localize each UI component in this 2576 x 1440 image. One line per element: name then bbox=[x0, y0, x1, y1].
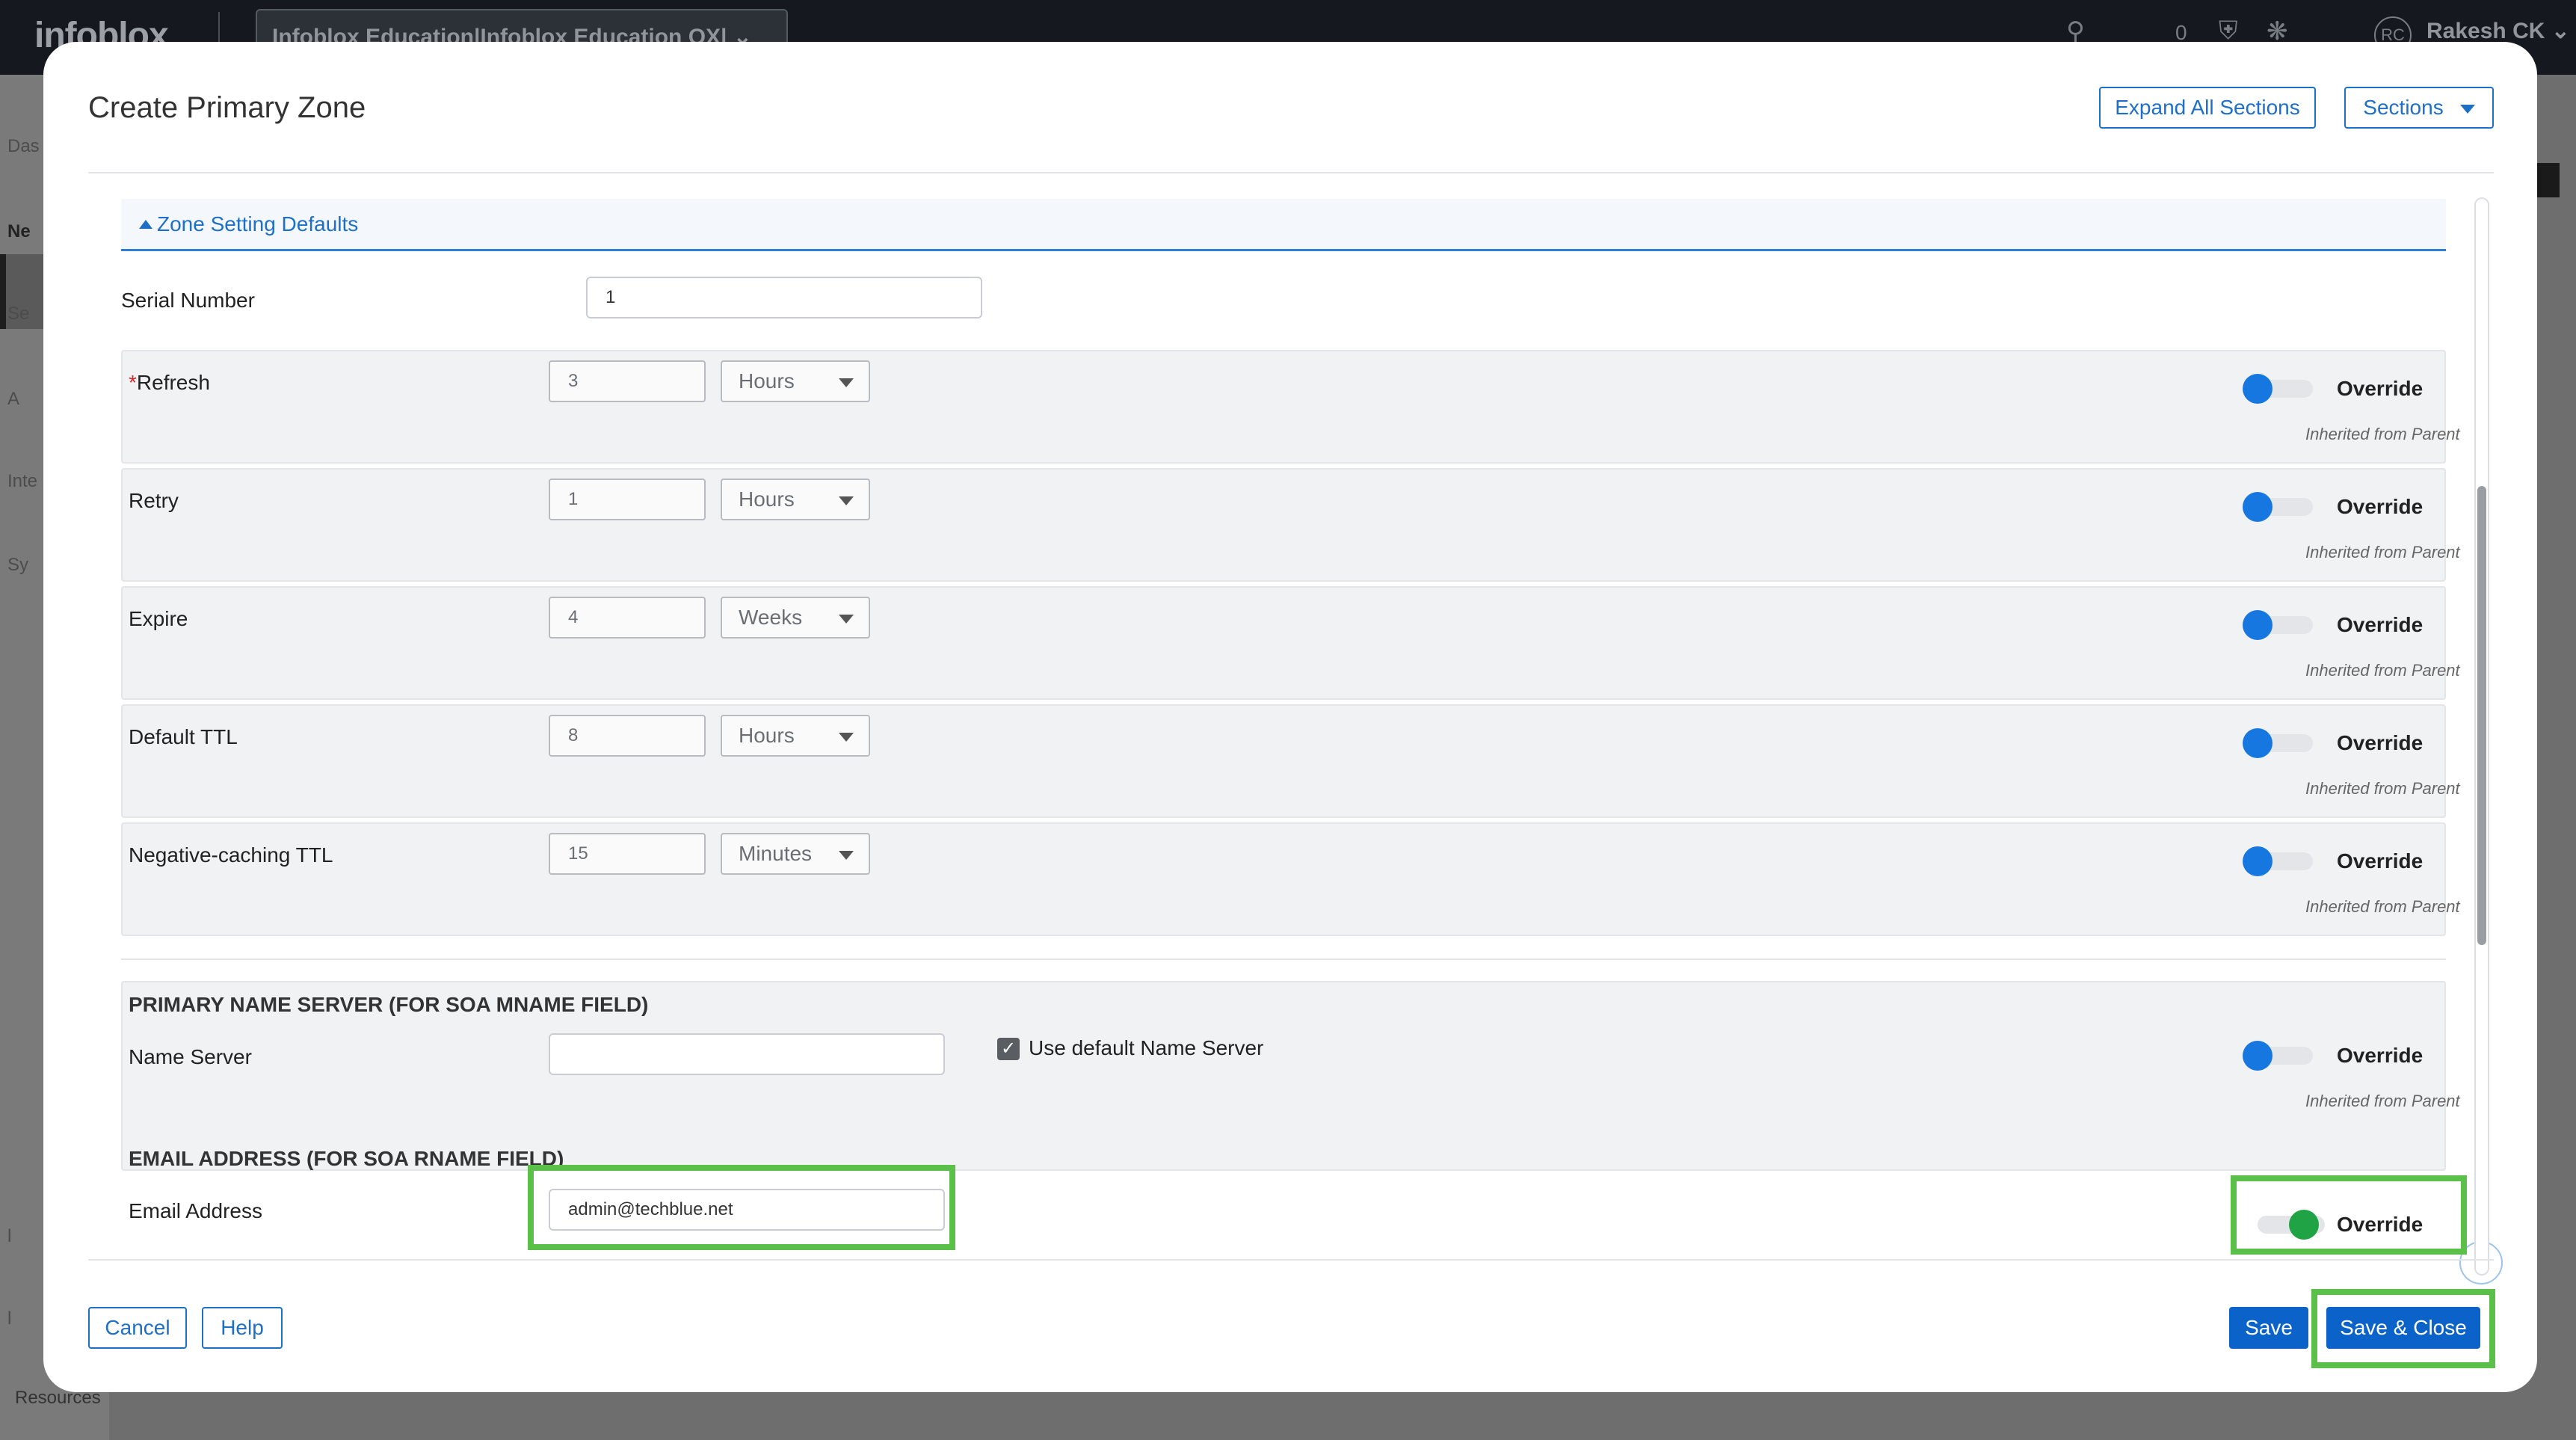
default-ttl-value-input[interactable]: 8 bbox=[549, 715, 706, 757]
refresh-value-input[interactable]: 3 bbox=[549, 360, 706, 402]
refresh-override-label: Override bbox=[2337, 377, 2424, 400]
expire-unit-select[interactable]: Weeks bbox=[721, 597, 870, 639]
email-address-label: Email Address bbox=[129, 1199, 262, 1222]
retry-inherited-note: Inherited from Parent bbox=[2305, 543, 2460, 561]
zone-setting-defaults-header[interactable]: Zone Setting Defaults bbox=[121, 199, 2446, 251]
user-name: Rakesh CK bbox=[2426, 19, 2545, 43]
help-button[interactable]: Help bbox=[202, 1307, 283, 1349]
email-input-highlight bbox=[528, 1165, 955, 1250]
section-divider bbox=[121, 959, 2446, 960]
default-ttl-override-toggle-knob[interactable] bbox=[2243, 728, 2273, 758]
expire-inherited-note: Inherited from Parent bbox=[2305, 661, 2460, 680]
negative-caching-ttl-label: Negative-caching TTL bbox=[129, 843, 333, 867]
negative-caching-ttl-unit-select[interactable]: Minutes bbox=[721, 833, 870, 875]
caret-down-icon bbox=[839, 496, 854, 505]
expire-override-label: Override bbox=[2337, 613, 2424, 636]
serial-number-label: Serial Number bbox=[121, 289, 255, 312]
refresh-label: *Refresh bbox=[129, 371, 210, 395]
primary-name-server-title: PRIMARY NAME SERVER (FOR SOA MNAME FIELD… bbox=[129, 993, 649, 1016]
expand-all-sections-button[interactable]: Expand All Sections bbox=[2099, 87, 2316, 129]
retry-row bbox=[121, 468, 2446, 582]
create-primary-zone-dialog: Create Primary Zone Expand All Sections … bbox=[43, 42, 2537, 1392]
caret-down-icon bbox=[839, 615, 854, 624]
section-header-label: Zone Setting Defaults bbox=[157, 212, 359, 236]
serial-number-input[interactable]: 1 bbox=[586, 277, 982, 319]
chevron-down-icon bbox=[2459, 104, 2475, 114]
footer-divider bbox=[88, 1259, 2494, 1261]
chevron-up-icon bbox=[139, 220, 152, 229]
retry-value-input[interactable]: 1 bbox=[549, 479, 706, 520]
cancel-button[interactable]: Cancel bbox=[88, 1307, 187, 1349]
expire-override-toggle-knob[interactable] bbox=[2243, 610, 2273, 640]
negative-caching-ttl-override-toggle-knob[interactable] bbox=[2243, 846, 2273, 876]
sidenav-item[interactable]: l bbox=[7, 1226, 11, 1247]
use-default-name-server-label: Use default Name Server bbox=[1029, 1036, 1264, 1059]
required-marker: * bbox=[129, 371, 137, 394]
caret-down-icon bbox=[839, 378, 854, 387]
name-server-input[interactable] bbox=[549, 1033, 945, 1075]
default-ttl-unit-value: Hours bbox=[739, 724, 795, 747]
expire-value-input[interactable]: 4 bbox=[549, 597, 706, 639]
use-default-name-server-checkbox[interactable]: ✓ bbox=[997, 1038, 1020, 1060]
retry-override-toggle-knob[interactable] bbox=[2243, 492, 2273, 522]
sidenav-item[interactable]: Sy bbox=[7, 555, 28, 576]
refresh-inherited-note: Inherited from Parent bbox=[2305, 425, 2460, 443]
dialog-title: Create Primary Zone bbox=[88, 91, 366, 124]
sidenav-item[interactable]: Se bbox=[7, 304, 29, 324]
default-ttl-inherited-note: Inherited from Parent bbox=[2305, 779, 2460, 798]
expire-row bbox=[121, 586, 2446, 700]
sidenav-item[interactable]: l bbox=[7, 1308, 11, 1329]
name-server-inherited-note: Inherited from Parent bbox=[2305, 1092, 2460, 1110]
chevron-down-icon: ⌄ bbox=[2551, 19, 2570, 43]
sections-dropdown-button[interactable]: Sections bbox=[2344, 87, 2494, 129]
sidenav-item[interactable]: Inte bbox=[7, 471, 37, 492]
default-ttl-override-label: Override bbox=[2337, 731, 2424, 754]
refresh-label-text: Refresh bbox=[136, 371, 210, 394]
header-divider bbox=[88, 172, 2494, 173]
retry-unit-value: Hours bbox=[739, 487, 795, 511]
caret-down-icon bbox=[839, 733, 854, 742]
retry-override-label: Override bbox=[2337, 495, 2424, 518]
sections-dropdown-label: Sections bbox=[2363, 96, 2444, 119]
negative-caching-ttl-override-label: Override bbox=[2337, 849, 2424, 873]
caret-down-icon bbox=[839, 851, 854, 860]
default-ttl-row bbox=[121, 704, 2446, 818]
expire-unit-value: Weeks bbox=[739, 606, 803, 629]
dialog-scrollbar-thumb[interactable] bbox=[2477, 486, 2486, 945]
default-ttl-label: Default TTL bbox=[129, 725, 238, 748]
user-menu[interactable]: Rakesh CK ⌄ bbox=[2426, 18, 2570, 44]
save-button[interactable]: Save bbox=[2229, 1307, 2308, 1349]
retry-unit-select[interactable]: Hours bbox=[721, 479, 870, 520]
refresh-unit-select[interactable]: Hours bbox=[721, 360, 870, 402]
sidenav-item[interactable]: A bbox=[7, 389, 19, 410]
name-server-override-label: Override bbox=[2337, 1044, 2424, 1067]
email-override-highlight bbox=[2231, 1175, 2467, 1255]
refresh-unit-value: Hours bbox=[739, 369, 795, 393]
email-address-title: EMAIL ADDRESS (FOR SOA RNAME FIELD) bbox=[129, 1147, 564, 1170]
negative-caching-ttl-unit-value: Minutes bbox=[739, 842, 813, 865]
name-server-override-toggle-knob[interactable] bbox=[2243, 1041, 2273, 1071]
negative-caching-ttl-value-input[interactable]: 15 bbox=[549, 833, 706, 875]
save-close-highlight bbox=[2311, 1289, 2495, 1368]
name-server-label: Name Server bbox=[129, 1045, 252, 1068]
refresh-override-toggle-knob[interactable] bbox=[2243, 374, 2273, 404]
negative-caching-ttl-row bbox=[121, 822, 2446, 936]
retry-label: Retry bbox=[129, 489, 179, 512]
refresh-row bbox=[121, 350, 2446, 464]
default-ttl-unit-select[interactable]: Hours bbox=[721, 715, 870, 757]
negative-caching-ttl-inherited-note: Inherited from Parent bbox=[2305, 897, 2460, 916]
sidenav-item[interactable]: Ne bbox=[7, 221, 31, 242]
sidenav-item[interactable]: Das bbox=[7, 136, 40, 157]
expire-label: Expire bbox=[129, 607, 188, 630]
